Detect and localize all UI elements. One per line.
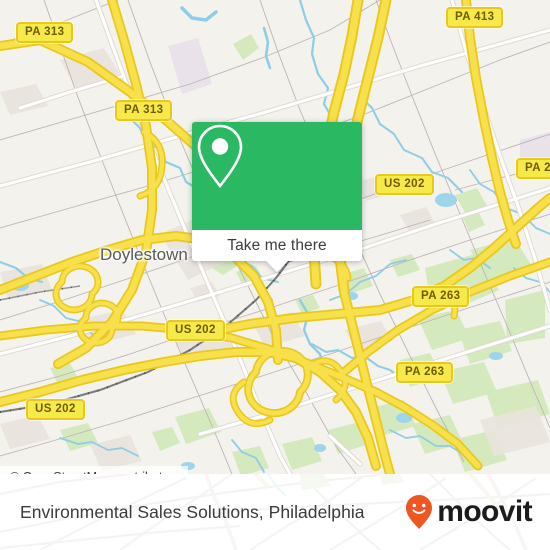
map-canvas[interactable]: .hw-case { stroke:#e9c81d; fill:none; st…: [0, 0, 550, 474]
place-label-doylestown: Doylestown: [100, 245, 188, 264]
moovit-smiley-pin-icon: [406, 495, 433, 529]
moovit-logo[interactable]: moovit: [404, 494, 533, 530]
osm-attribution[interactable]: © OpenStreetMap contributors: [0, 466, 188, 474]
road-shield-us202-mid[interactable]: US 202: [166, 320, 225, 341]
popup-tail-icon: [266, 261, 288, 272]
footer-bar: Environmental Sales Solutions, Philadelp…: [0, 474, 550, 550]
road-shield-pa313-nw[interactable]: PA 313: [16, 22, 74, 43]
location-title: Environmental Sales Solutions, Philadelp…: [20, 501, 365, 522]
road-shield-pa263-s[interactable]: PA 263: [396, 362, 454, 383]
moovit-wordmark: moovit: [437, 495, 532, 528]
popup-action-bar[interactable]: Take me there: [192, 230, 362, 272]
road-shield-us202-sw[interactable]: US 202: [26, 399, 85, 420]
take-me-there-label: Take me there: [227, 236, 327, 254]
road-shield-pa413[interactable]: PA 413: [446, 7, 504, 28]
popup-header: [192, 122, 362, 230]
moovit-map-screenshot: .hw-case { stroke:#e9c81d; fill:none; st…: [0, 0, 550, 550]
road-shield-pa313-mid[interactable]: PA 313: [115, 100, 173, 121]
road-shield-us202-east[interactable]: US 202: [375, 174, 434, 195]
map-pin-icon: [197, 124, 243, 189]
location-popup-card[interactable]: Take me there: [192, 122, 362, 272]
road-shield-pa263-n[interactable]: PA 263: [412, 286, 470, 307]
road-shield-pa263-edge[interactable]: PA 263: [516, 158, 550, 179]
